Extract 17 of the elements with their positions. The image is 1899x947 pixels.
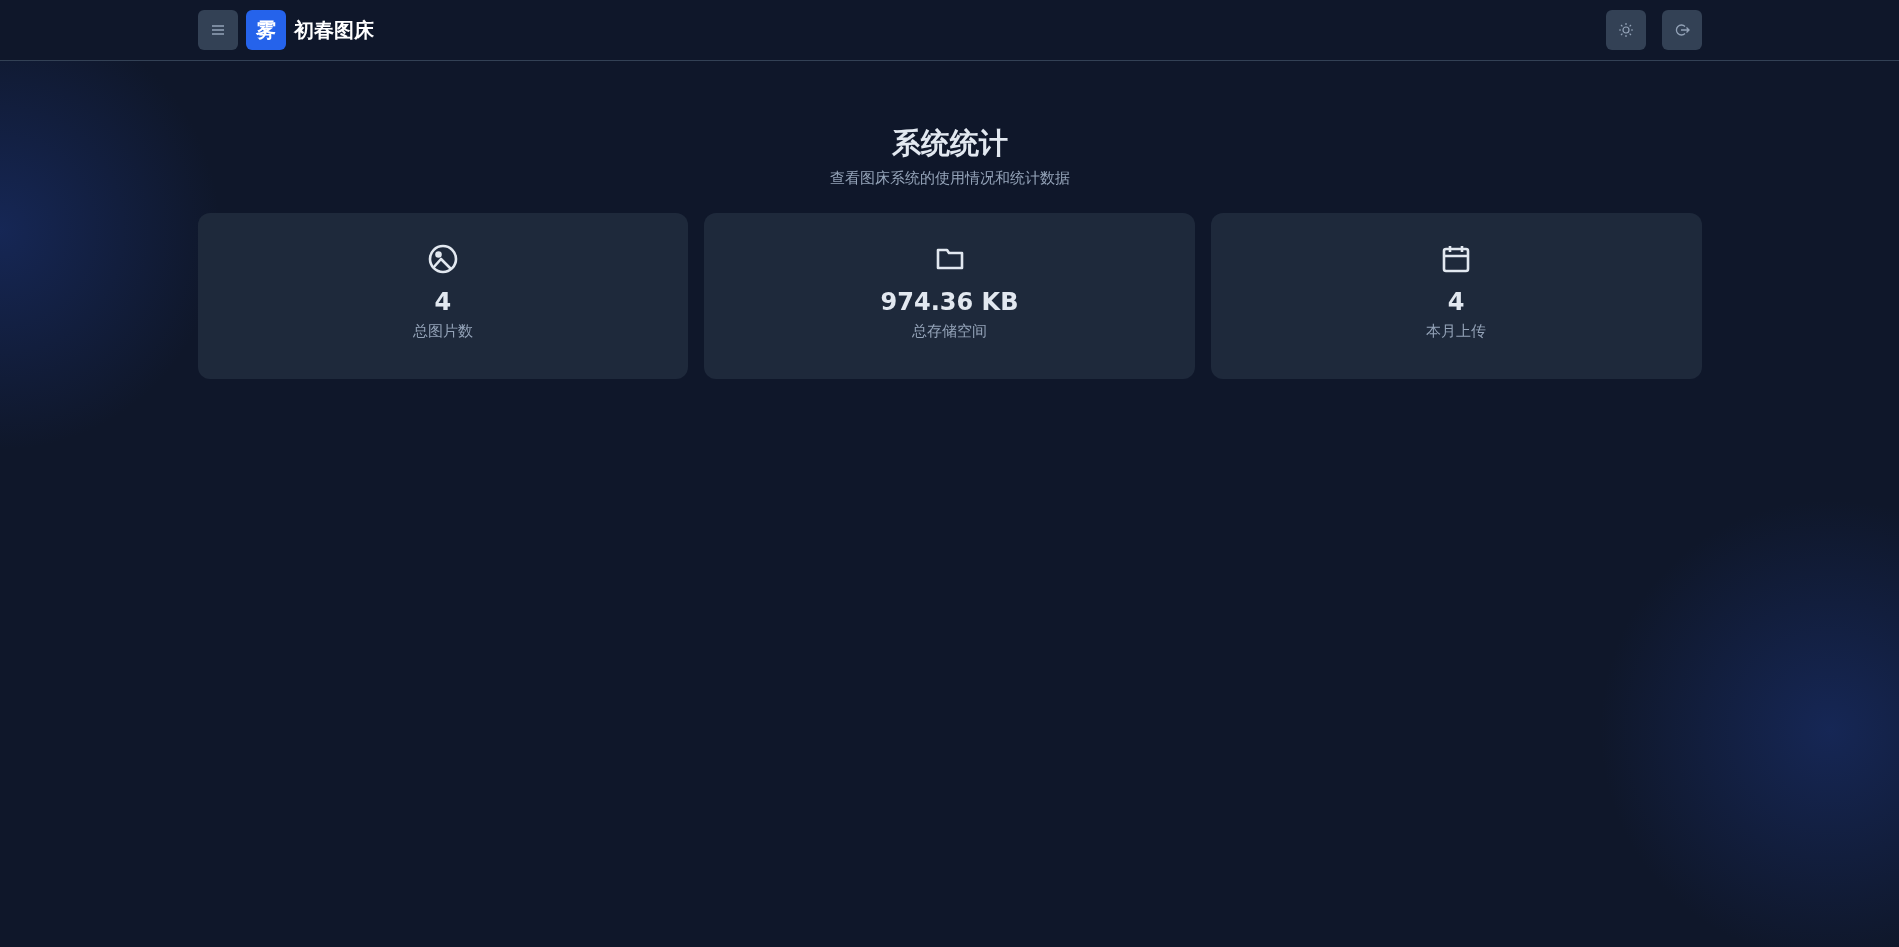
theme-toggle-button[interactable] bbox=[1605, 10, 1646, 50]
logout-icon bbox=[1673, 22, 1690, 38]
stat-value: 974.36 KB bbox=[880, 287, 1019, 319]
page-title: 系统统计 bbox=[890, 126, 1009, 161]
stat-label: 总存储空间 bbox=[912, 321, 987, 343]
stat-label: 总图片数 bbox=[412, 321, 473, 343]
stat-label: 本月上传 bbox=[1426, 321, 1487, 343]
sun-icon bbox=[1617, 22, 1634, 38]
menu-button[interactable] bbox=[197, 10, 238, 50]
menu-icon bbox=[210, 24, 225, 36]
stat-value: 4 bbox=[434, 287, 452, 319]
logout-button[interactable] bbox=[1661, 10, 1702, 50]
logo-icon: 雾 bbox=[245, 10, 286, 50]
brand-title[interactable]: 初春图床 bbox=[293, 15, 374, 45]
image-icon bbox=[426, 243, 459, 276]
stat-value: 4 bbox=[1447, 287, 1465, 319]
page-subtitle: 查看图床系统的使用情况和统计数据 bbox=[828, 167, 1071, 189]
